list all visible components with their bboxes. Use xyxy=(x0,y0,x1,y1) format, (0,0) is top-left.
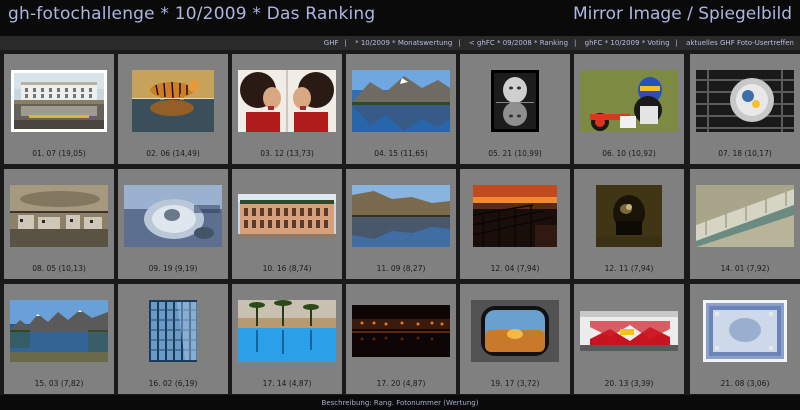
entry-caption: 10. 16 (8,74) xyxy=(262,264,312,273)
page-header: gh-fotochallenge * 10/2009 * Das Ranking… xyxy=(0,0,800,34)
photo-thumbnail[interactable] xyxy=(473,185,557,247)
entry-caption: 03. 12 (13,73) xyxy=(260,149,314,158)
photo-thumbnail[interactable] xyxy=(596,185,662,247)
entry-caption: 17. 14 (4,87) xyxy=(262,379,312,388)
entry-caption: 01. 07 (19,05) xyxy=(32,149,86,158)
photo-thumbnail[interactable] xyxy=(352,70,450,132)
entry-tile[interactable]: 05. 21 (10,99) xyxy=(460,54,570,164)
photo-thumbnail[interactable] xyxy=(238,300,336,362)
entry-tile[interactable]: 14. 01 (7,92) xyxy=(690,169,800,279)
entry-caption: 15. 03 (7,82) xyxy=(34,379,84,388)
photo-thumbnail[interactable] xyxy=(703,300,787,362)
nav-separator: | xyxy=(344,39,347,47)
ranking-grid: 01. 07 (19,05) 02. 06 (14,49) 03. 12 (13… xyxy=(0,50,800,395)
nav-link-usertreffen[interactable]: aktuelles GHF Foto-Usertreffen xyxy=(686,39,794,47)
photo-thumbnail[interactable] xyxy=(696,185,794,247)
entry-caption: 16. 02 (6,19) xyxy=(148,379,198,388)
footer-legend: Beschreibung: Rang. Fotonummer (Wertung) xyxy=(0,396,800,410)
photo-thumbnail[interactable] xyxy=(149,300,197,362)
entry-caption: 07. 18 (10,17) xyxy=(718,149,772,158)
photo-thumbnail[interactable] xyxy=(11,70,107,132)
photo-thumbnail[interactable] xyxy=(352,305,450,357)
entry-caption: 12. 04 (7,94) xyxy=(490,264,540,273)
entry-tile[interactable]: 20. 13 (3,39) xyxy=(574,284,684,394)
photo-thumbnail[interactable] xyxy=(238,194,336,238)
photo-thumbnail[interactable] xyxy=(580,70,678,132)
nav-link-ghf[interactable]: GHF xyxy=(324,39,339,47)
nav-link-voting[interactable]: ghFC * 10/2009 * Voting xyxy=(585,39,670,47)
nav-separator: | xyxy=(574,39,577,47)
nav-link-monatswertung[interactable]: * 10/2009 * Monatswertung xyxy=(355,39,452,47)
entry-caption: 02. 06 (14,49) xyxy=(146,149,200,158)
nav-bar: GHF | * 10/2009 * Monatswertung | < ghFC *… xyxy=(0,36,800,50)
entry-tile[interactable]: 08. 05 (10,13) xyxy=(4,169,114,279)
entry-caption: 11. 09 (8,27) xyxy=(376,264,426,273)
entry-caption: 20. 13 (3,39) xyxy=(604,379,654,388)
photo-thumbnail[interactable] xyxy=(10,185,108,247)
entry-tile[interactable]: 09. 19 (9,19) xyxy=(118,169,228,279)
photo-thumbnail[interactable] xyxy=(238,70,336,132)
entry-tile[interactable]: 19. 17 (3,72) xyxy=(460,284,570,394)
entry-caption: 04. 15 (11,65) xyxy=(374,149,428,158)
entry-caption: 12. 11 (7,94) xyxy=(604,264,654,273)
entry-caption: 06. 10 (10,92) xyxy=(602,149,656,158)
entry-tile[interactable]: 02. 06 (14,49) xyxy=(118,54,228,164)
entry-tile[interactable]: 17. 20 (4,87) xyxy=(346,284,456,394)
entry-caption: 08. 05 (10,13) xyxy=(32,264,86,273)
nav-separator: | xyxy=(675,39,678,47)
photo-thumbnail[interactable] xyxy=(124,185,222,247)
photo-thumbnail[interactable] xyxy=(696,70,794,132)
entry-caption: 21. 08 (3,06) xyxy=(720,379,770,388)
entry-caption: 14. 01 (7,92) xyxy=(720,264,770,273)
entry-tile[interactable]: 10. 16 (8,74) xyxy=(232,169,342,279)
photo-thumbnail[interactable] xyxy=(10,300,108,362)
entry-tile[interactable]: 07. 18 (10,17) xyxy=(690,54,800,164)
entry-tile[interactable]: 16. 02 (6,19) xyxy=(118,284,228,394)
challenge-theme: Mirror Image / Spiegelbild xyxy=(572,4,792,24)
photo-thumbnail[interactable] xyxy=(471,300,559,362)
photo-thumbnail[interactable] xyxy=(352,185,450,247)
entry-tile[interactable]: 17. 14 (4,87) xyxy=(232,284,342,394)
entry-caption: 05. 21 (10,99) xyxy=(488,149,542,158)
entry-tile[interactable]: 11. 09 (8,27) xyxy=(346,169,456,279)
photo-thumbnail[interactable] xyxy=(491,70,539,132)
entry-tile[interactable]: 12. 11 (7,94) xyxy=(574,169,684,279)
entry-caption: 17. 20 (4,87) xyxy=(376,379,426,388)
photo-thumbnail[interactable] xyxy=(580,311,678,351)
entry-tile[interactable]: 12. 04 (7,94) xyxy=(460,169,570,279)
entry-tile[interactable]: 01. 07 (19,05) xyxy=(4,54,114,164)
photo-thumbnail[interactable] xyxy=(132,70,214,132)
nav-link-previous-ranking[interactable]: < ghFC * 09/2008 * Ranking xyxy=(469,39,568,47)
entry-tile[interactable]: 15. 03 (7,82) xyxy=(4,284,114,394)
entry-tile[interactable]: 21. 08 (3,06) xyxy=(690,284,800,394)
nav-separator: | xyxy=(458,39,461,47)
entry-caption: 19. 17 (3,72) xyxy=(490,379,540,388)
entry-caption: 09. 19 (9,19) xyxy=(148,264,198,273)
entry-tile[interactable]: 04. 15 (11,65) xyxy=(346,54,456,164)
entry-tile[interactable]: 03. 12 (13,73) xyxy=(232,54,342,164)
entry-tile[interactable]: 06. 10 (10,92) xyxy=(574,54,684,164)
page-title: gh-fotochallenge * 10/2009 * Das Ranking xyxy=(8,4,376,24)
